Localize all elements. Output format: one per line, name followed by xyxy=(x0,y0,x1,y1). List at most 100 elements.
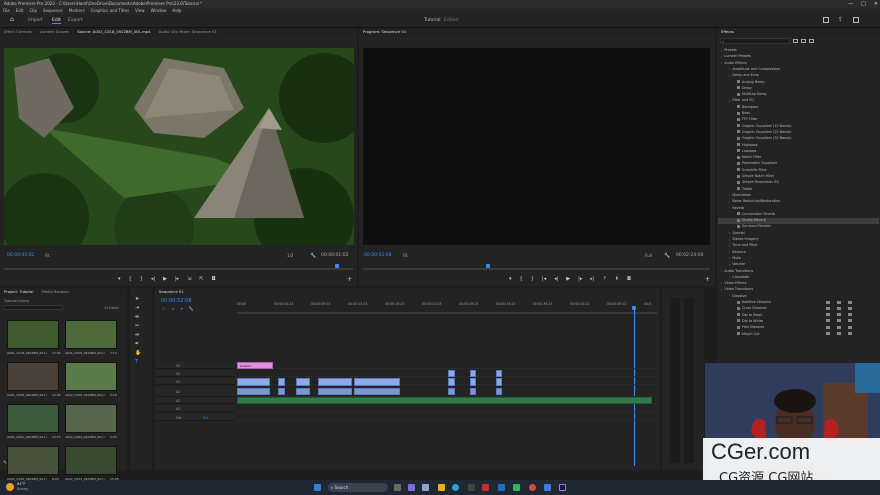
extract-icon[interactable]: ⇞ xyxy=(615,276,619,282)
fullscreen-icon[interactable] xyxy=(853,17,859,23)
clip-thumbnail[interactable] xyxy=(65,362,117,391)
track-header[interactable] xyxy=(155,370,235,377)
program-playhead[interactable] xyxy=(486,264,490,268)
app-icon-green[interactable] xyxy=(513,484,520,491)
tab-import[interactable]: Import xyxy=(28,18,43,23)
linked-audio-clip[interactable] xyxy=(237,388,270,395)
source-timecode-current[interactable]: 00:00:01:02 xyxy=(7,253,34,258)
insert-icon[interactable]: ⇲ xyxy=(187,276,191,282)
add-marker-icon[interactable]: ▾ xyxy=(181,306,183,311)
minimize-button[interactable]: — xyxy=(848,0,853,8)
effect-item[interactable]: Bass xyxy=(737,111,750,115)
effects-search-input[interactable]: ⌕ xyxy=(720,38,790,44)
prog-step-back-icon[interactable]: ◂| xyxy=(554,276,558,282)
program-quality-dropdown[interactable]: Full xyxy=(645,253,652,258)
tab-export[interactable]: Export xyxy=(68,18,83,23)
task-view-icon[interactable] xyxy=(394,484,401,491)
camera-icon[interactable]: ◘ xyxy=(212,276,216,282)
effect-item[interactable]: Cross Dissolve xyxy=(737,306,767,310)
video-clip[interactable] xyxy=(448,370,455,377)
source-video-frame[interactable] xyxy=(4,48,354,245)
close-button[interactable]: ✕ xyxy=(874,0,878,8)
step-back-icon[interactable]: ◂| xyxy=(151,276,155,282)
play-icon[interactable]: ▶ xyxy=(163,276,167,282)
app-icon-red[interactable] xyxy=(482,484,489,491)
effect-folder[interactable]: › Filter and EQ xyxy=(729,98,754,103)
tab-project[interactable]: Project: Tutorial xyxy=(4,288,33,296)
tab-program[interactable]: Program: Sequence 01 xyxy=(363,28,406,36)
timeline-work-area-bar[interactable] xyxy=(237,312,657,314)
tab-audio-clip-mixer[interactable]: Audio Clip Mixer: Sequence 01 xyxy=(159,28,217,36)
linked-audio-clip[interactable] xyxy=(318,388,352,395)
prog-goto-in-icon[interactable]: |◂ xyxy=(542,276,546,282)
effect-item[interactable]: Treble xyxy=(737,187,752,191)
effect-item[interactable]: Parametric Equalizer xyxy=(737,161,777,165)
windows-start-icon[interactable] xyxy=(314,484,321,491)
source-add-button[interactable]: + xyxy=(347,276,352,283)
32bit-effects-icon[interactable] xyxy=(801,39,806,43)
video-clip[interactable] xyxy=(296,378,310,386)
linked-audio-clip[interactable] xyxy=(448,388,455,395)
program-timecode-current[interactable]: 00:00:52:08 xyxy=(364,253,391,258)
linked-selection-icon[interactable]: ∞ xyxy=(171,306,174,311)
track-select-tool-icon[interactable]: ⇥ xyxy=(135,305,141,311)
widgets-icon[interactable] xyxy=(422,484,429,491)
effect-folder[interactable]: › Crossfade xyxy=(729,275,749,280)
type-tool-icon[interactable]: T xyxy=(135,359,141,365)
effect-item[interactable]: Simple Notch Filter xyxy=(737,174,774,178)
effect-folder[interactable]: › Dissolve xyxy=(729,294,747,299)
mark-in-icon[interactable]: ▾ xyxy=(118,276,121,282)
track-header[interactable] xyxy=(155,362,235,369)
effect-folder[interactable]: › Modulation xyxy=(729,193,751,198)
effect-item[interactable]: Simple Parametric EQ xyxy=(737,180,779,184)
prog-step-forward-icon[interactable]: |▸ xyxy=(578,276,582,282)
linked-audio-clip[interactable] xyxy=(496,388,502,395)
timeline-playhead-handle[interactable] xyxy=(632,306,636,310)
effect-item[interactable]: Studio Reverb xyxy=(737,218,766,222)
chrome-icon[interactable] xyxy=(529,484,536,491)
steam-icon[interactable] xyxy=(498,484,505,491)
effect-folder[interactable]: › Presets xyxy=(721,48,737,53)
effect-folder[interactable]: › Amplitude and Compression xyxy=(729,67,780,72)
source-resolution-dropdown[interactable]: 1/2 xyxy=(287,253,293,258)
selection-tool-icon[interactable]: ➤ xyxy=(135,296,141,302)
effect-item[interactable]: Graphic Equalizer (30 Bands) xyxy=(737,136,792,140)
wrench-timeline-icon[interactable]: 🔧 xyxy=(189,306,194,311)
program-scrub-bar[interactable] xyxy=(363,268,710,270)
clip-thumbnail[interactable] xyxy=(65,320,117,349)
razor-tool-icon[interactable]: ✂ xyxy=(135,323,141,329)
effect-item[interactable]: Dip to White xyxy=(737,319,763,323)
slip-tool-icon[interactable]: ⇹ xyxy=(135,332,141,338)
effect-item[interactable]: Graphic Equalizer (10 Bands) xyxy=(737,124,792,128)
project-search-input[interactable] xyxy=(3,305,63,310)
effect-item[interactable]: Scientific Filter xyxy=(737,168,767,172)
effect-item[interactable]: Surround Reverb xyxy=(737,224,771,228)
snap-icon[interactable]: ⊂ xyxy=(162,306,165,311)
linked-audio-clip[interactable] xyxy=(470,388,476,395)
ripple-edit-tool-icon[interactable]: ⇼ xyxy=(135,314,141,320)
source-scrub-bar[interactable] xyxy=(4,268,353,270)
share-icon[interactable]: ⇪ xyxy=(838,17,844,23)
tab-effects[interactable]: Effects xyxy=(721,28,734,36)
video-clip[interactable] xyxy=(470,370,476,377)
track-lane[interactable] xyxy=(236,362,656,369)
music-audio-clip[interactable] xyxy=(237,397,652,404)
effect-folder[interactable]: › Video Transitions xyxy=(721,287,753,292)
file-explorer-icon[interactable] xyxy=(438,484,445,491)
effect-folder[interactable]: › Audio Transitions xyxy=(721,269,753,274)
taskbar-search[interactable]: ⌕ Search xyxy=(328,483,388,492)
tab-sequence-01[interactable]: Sequence 01 xyxy=(159,288,184,296)
mix-volume-value[interactable]: 0.0 xyxy=(203,416,208,420)
effect-folder[interactable]: › Mute xyxy=(729,256,741,261)
effect-item[interactable]: FFT Filter xyxy=(737,117,757,121)
effect-item[interactable]: Delay xyxy=(737,86,752,90)
wrench-icon[interactable]: 🔧 xyxy=(310,253,316,259)
track-header[interactable] xyxy=(155,405,235,412)
source-playhead[interactable] xyxy=(335,264,339,268)
clip-thumbnail[interactable] xyxy=(7,362,59,391)
effect-item[interactable]: Bandpass xyxy=(737,105,758,109)
yuv-effects-icon[interactable] xyxy=(809,39,814,43)
clip-thumbnail[interactable] xyxy=(7,446,59,475)
track-lane[interactable] xyxy=(236,405,656,412)
weather-icon[interactable] xyxy=(6,483,14,491)
